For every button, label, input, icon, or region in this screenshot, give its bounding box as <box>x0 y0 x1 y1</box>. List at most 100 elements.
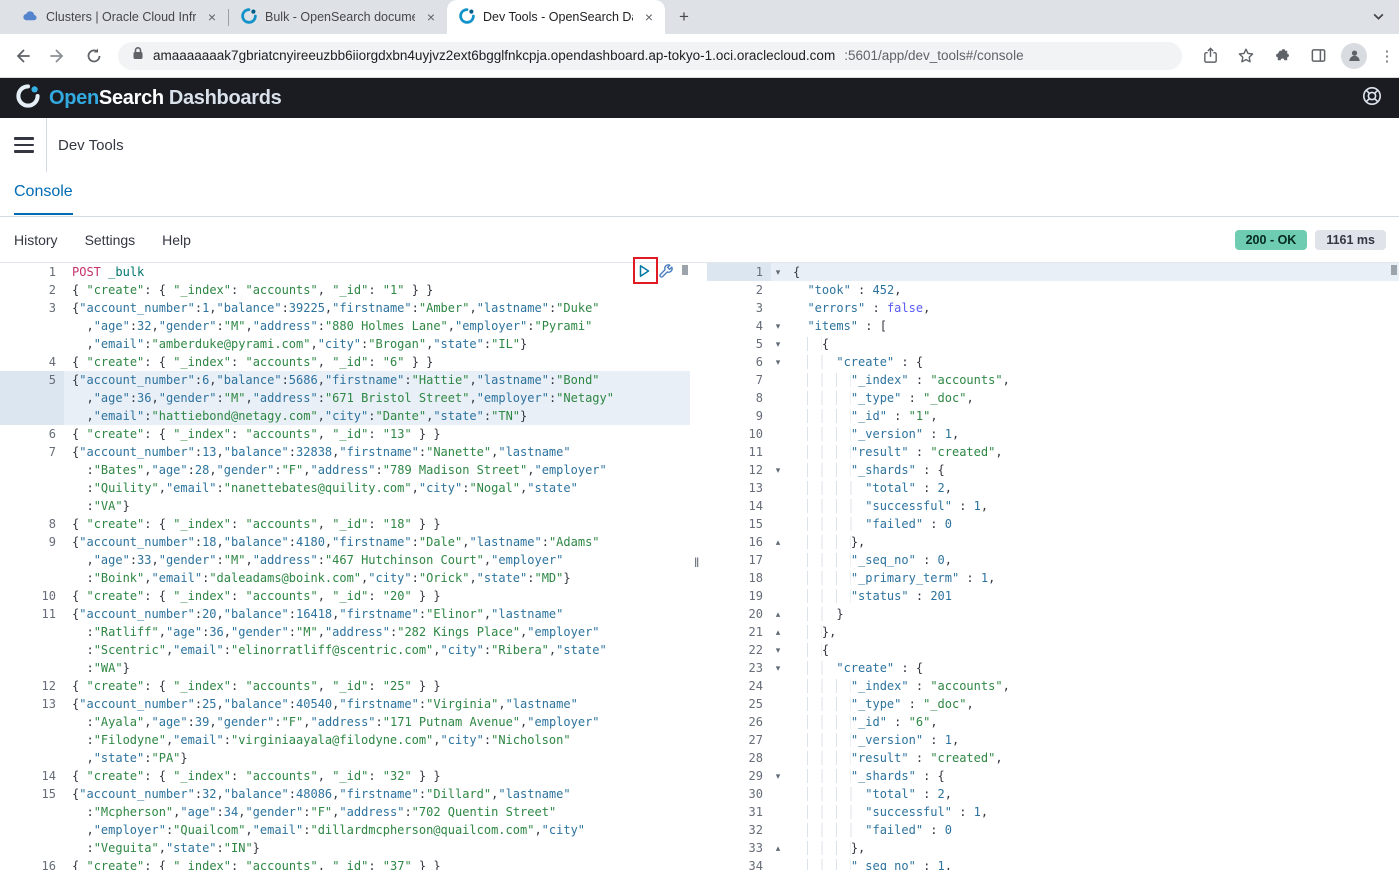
close-icon[interactable]: × <box>423 9 439 25</box>
response-line: 25 "_type" : "_doc", <box>707 695 1399 713</box>
code-text: { "create": { "_index": "accounts", "_id… <box>64 425 441 443</box>
reload-icon[interactable] <box>80 42 108 70</box>
fold-toggle-icon[interactable]: ▾ <box>771 659 785 677</box>
request-line: 10{ "create": { "_index": "accounts", "_… <box>0 587 690 605</box>
line-number <box>0 803 64 821</box>
response-line: 4▾ "items" : [ <box>707 317 1399 335</box>
panel-resizer[interactable]: ‖ <box>690 263 707 870</box>
fold-gutter <box>771 785 785 803</box>
line-number <box>0 821 64 839</box>
line-number: 14 <box>0 767 64 785</box>
fold-toggle-icon[interactable]: ▾ <box>771 641 785 659</box>
request-line: :"Ratliff","age":36,"gender":"M","addres… <box>0 623 690 641</box>
browser-tab-dev-tools[interactable]: Dev Tools - OpenSearch Dashb × <box>447 0 665 34</box>
forward-icon[interactable] <box>44 42 72 70</box>
bookmark-star-icon[interactable] <box>1232 42 1260 70</box>
address-bar[interactable]: amaaaaaaak7gbriatcnyireeuzbb6iiorgdxbn4u… <box>118 42 1182 70</box>
code-text: ,"state":"PA"} <box>64 749 188 767</box>
profile-avatar[interactable] <box>1340 42 1368 70</box>
fold-toggle-icon[interactable]: ▴ <box>771 623 785 641</box>
code-text: { "create": { "_index": "accounts", "_id… <box>64 767 441 785</box>
line-number: 3 <box>707 299 771 317</box>
fold-toggle-icon[interactable]: ▾ <box>771 263 785 281</box>
line-number: 12 <box>0 677 64 695</box>
browser-tab-oracle-clusters[interactable]: Clusters | Oracle Cloud Infrastr × <box>10 0 228 34</box>
new-tab-button[interactable]: + <box>671 4 697 30</box>
code-text: { "create": { "_index": "accounts", "_id… <box>64 515 441 533</box>
fold-gutter <box>771 389 785 407</box>
browser-tab-bulk-docs[interactable]: Bulk - OpenSearch documenta × <box>229 0 447 34</box>
code-text: "status" : 201 <box>785 587 952 605</box>
resize-handle-icon[interactable]: ‖ <box>694 555 699 570</box>
response-line: 34 "_seq_no" : 1, <box>707 857 1399 870</box>
line-number: 28 <box>707 749 771 767</box>
line-number: 6 <box>0 425 64 443</box>
code-text: POST _bulk <box>64 263 144 281</box>
line-number: 3 <box>0 299 64 317</box>
tab-title: Bulk - OpenSearch documenta <box>265 10 415 24</box>
line-number: 27 <box>707 731 771 749</box>
request-line: :"Boink","email":"daleadams@boink.com","… <box>0 569 690 587</box>
fold-toggle-icon[interactable]: ▴ <box>771 605 785 623</box>
close-icon[interactable]: × <box>204 9 220 25</box>
response-line: 8 "_type" : "_doc", <box>707 389 1399 407</box>
line-number: 5 <box>0 371 64 389</box>
response-line: 23▾ "create" : { <box>707 659 1399 677</box>
line-number: 34 <box>707 857 771 870</box>
line-number <box>0 623 64 641</box>
line-number: 10 <box>0 587 64 605</box>
line-number <box>0 461 64 479</box>
response-scrollbar-thumb[interactable] <box>1391 265 1397 275</box>
request-options-wrench-icon[interactable] <box>658 263 674 284</box>
nav-menu-hamburger-icon[interactable] <box>14 137 34 153</box>
response-line: 18 "_primary_term" : 1, <box>707 569 1399 587</box>
menu-settings[interactable]: Settings <box>85 232 136 248</box>
response-viewer[interactable]: 1▾{2 "took" : 452,3 "errors" : false,4▾ … <box>707 263 1399 870</box>
browser-menu-icon[interactable]: ⋮ <box>1376 42 1398 70</box>
menu-help[interactable]: Help <box>162 232 191 248</box>
help-lifebuoy-icon[interactable] <box>1361 85 1383 112</box>
code-text: ,"age":32,"gender":"M","address":"880 Ho… <box>64 317 592 335</box>
back-icon[interactable] <box>8 42 36 70</box>
fold-toggle-icon[interactable]: ▾ <box>771 317 785 335</box>
line-number: 13 <box>0 695 64 713</box>
request-line: 13{"account_number":25,"balance":40540,"… <box>0 695 690 713</box>
fold-toggle-icon[interactable]: ▾ <box>771 767 785 785</box>
code-text: {"account_number":13,"balance":32838,"fi… <box>64 443 571 461</box>
annotation-highlight-box <box>633 257 658 284</box>
request-scrollbar-thumb[interactable] <box>682 265 688 275</box>
line-number <box>0 317 64 335</box>
fold-toggle-icon[interactable]: ▾ <box>771 461 785 479</box>
extensions-puzzle-icon[interactable] <box>1268 42 1296 70</box>
code-text: "_seq_no" : 0, <box>785 551 952 569</box>
line-number: 21 <box>707 623 771 641</box>
fold-gutter <box>771 371 785 389</box>
lock-icon[interactable] <box>132 46 144 65</box>
code-text: "_id" : "6", <box>785 713 938 731</box>
fold-gutter <box>771 515 785 533</box>
code-text: {"account_number":20,"balance":16418,"fi… <box>64 605 563 623</box>
code-text: "_version" : 1, <box>785 425 959 443</box>
menu-history[interactable]: History <box>14 232 58 248</box>
request-editor[interactable]: 1POST _bulk2{ "create": { "_index": "acc… <box>0 263 690 870</box>
tab-search-chevron-icon[interactable] <box>1372 10 1385 28</box>
fold-gutter <box>771 443 785 461</box>
request-line: :"Mcpherson","age":34,"gender":"F","addr… <box>0 803 690 821</box>
fold-toggle-icon[interactable]: ▴ <box>771 839 785 857</box>
code-text: :"Filodyne","email":"virginiaayala@filod… <box>64 731 571 749</box>
fold-toggle-icon[interactable]: ▾ <box>771 353 785 371</box>
side-panel-icon[interactable] <box>1304 42 1332 70</box>
close-icon[interactable]: × <box>641 9 657 25</box>
request-line: :"WA"} <box>0 659 690 677</box>
code-text: "_id" : "1", <box>785 407 938 425</box>
fold-toggle-icon[interactable]: ▴ <box>771 533 785 551</box>
line-number: 2 <box>0 281 64 299</box>
response-line: 27 "_version" : 1, <box>707 731 1399 749</box>
status-badge: 200 - OK <box>1235 230 1308 250</box>
response-line: 20▴ } <box>707 605 1399 623</box>
share-icon[interactable] <box>1196 42 1224 70</box>
response-viewer-rows: 1▾{2 "took" : 452,3 "errors" : false,4▾ … <box>707 263 1399 870</box>
fold-toggle-icon[interactable]: ▾ <box>771 335 785 353</box>
tab-console[interactable]: Console <box>14 183 73 215</box>
code-text: :"Scentric","email":"elinorratliff@scent… <box>64 641 607 659</box>
